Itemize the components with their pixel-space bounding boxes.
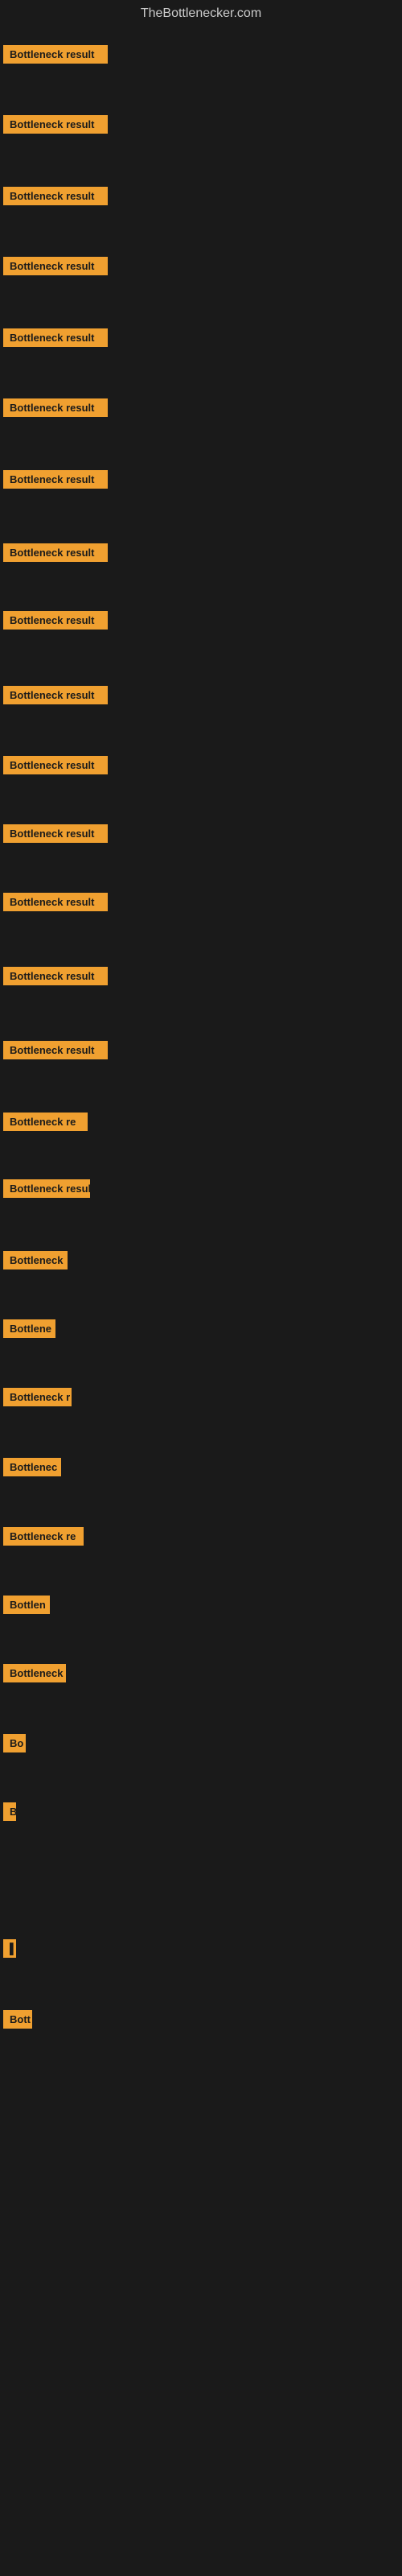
bottleneck-bar-14: Bottleneck result [3,967,108,985]
bottleneck-bar-17: Bottleneck resul [3,1179,90,1198]
bottleneck-bar-1: Bottleneck result [3,45,108,64]
bottleneck-row-9: Bottleneck result [3,611,108,634]
bottleneck-row-12: Bottleneck result [3,824,108,847]
bottleneck-row-6: Bottleneck result [3,398,108,421]
bottleneck-row-20: Bottleneck r [3,1388,72,1410]
bottleneck-bar-4: Bottleneck result [3,257,108,275]
bottleneck-bar-22: Bottleneck re [3,1527,84,1546]
bottleneck-bar-13: Bottleneck result [3,893,108,911]
bottleneck-bar-16: Bottleneck re [3,1113,88,1131]
site-title-text: TheBottlenecker.com [141,6,261,20]
bottleneck-bar-19: Bottlene [3,1319,55,1338]
bottleneck-row-29: Bott [3,2010,32,2033]
bottleneck-bar-23: Bottlen [3,1596,50,1614]
bottleneck-row-23: Bottlen [3,1596,50,1618]
bottleneck-row-28: ▌ [3,1939,16,1962]
bottleneck-row-4: Bottleneck result [3,257,108,279]
bottleneck-bar-26: B [3,1802,16,1821]
bottleneck-row-13: Bottleneck result [3,893,108,915]
bottleneck-row-16: Bottleneck re [3,1113,88,1135]
bottleneck-bar-21: Bottlenec [3,1458,61,1476]
bottleneck-row-11: Bottleneck result [3,756,108,778]
bottleneck-bar-8: Bottleneck result [3,543,108,562]
bottleneck-bar-28: ▌ [3,1939,16,1958]
bottleneck-row-7: Bottleneck result [3,470,108,493]
bottleneck-row-18: Bottleneck [3,1251,68,1274]
bottleneck-bar-5: Bottleneck result [3,328,108,347]
bottleneck-row-17: Bottleneck resul [3,1179,90,1202]
bottleneck-bar-12: Bottleneck result [3,824,108,843]
bottleneck-row-21: Bottlenec [3,1458,61,1480]
bottleneck-bar-3: Bottleneck result [3,187,108,205]
bottleneck-bar-6: Bottleneck result [3,398,108,417]
bottleneck-row-1: Bottleneck result [3,45,108,68]
bottleneck-row-3: Bottleneck result [3,187,108,209]
bottleneck-row-24: Bottleneck [3,1664,66,1686]
bottleneck-row-14: Bottleneck result [3,967,108,989]
bottleneck-bar-20: Bottleneck r [3,1388,72,1406]
bottleneck-row-26: B [3,1802,16,1825]
bottleneck-bar-25: Bo [3,1734,26,1752]
bottleneck-bar-7: Bottleneck result [3,470,108,489]
site-title: TheBottlenecker.com [0,0,402,27]
bottleneck-row-22: Bottleneck re [3,1527,84,1550]
bottleneck-bar-24: Bottleneck [3,1664,66,1682]
bottleneck-bar-15: Bottleneck result [3,1041,108,1059]
bottleneck-row-2: Bottleneck result [3,115,108,138]
bottleneck-bar-18: Bottleneck [3,1251,68,1269]
bottleneck-bar-2: Bottleneck result [3,115,108,134]
bottleneck-row-5: Bottleneck result [3,328,108,351]
bottleneck-bar-29: Bott [3,2010,32,2029]
bottleneck-row-25: Bo [3,1734,26,1757]
bottleneck-bar-11: Bottleneck result [3,756,108,774]
bottleneck-row-8: Bottleneck result [3,543,108,566]
bottleneck-row-19: Bottlene [3,1319,55,1342]
bottleneck-row-15: Bottleneck result [3,1041,108,1063]
bottleneck-bar-9: Bottleneck result [3,611,108,630]
bottleneck-row-10: Bottleneck result [3,686,108,708]
bottleneck-bar-10: Bottleneck result [3,686,108,704]
